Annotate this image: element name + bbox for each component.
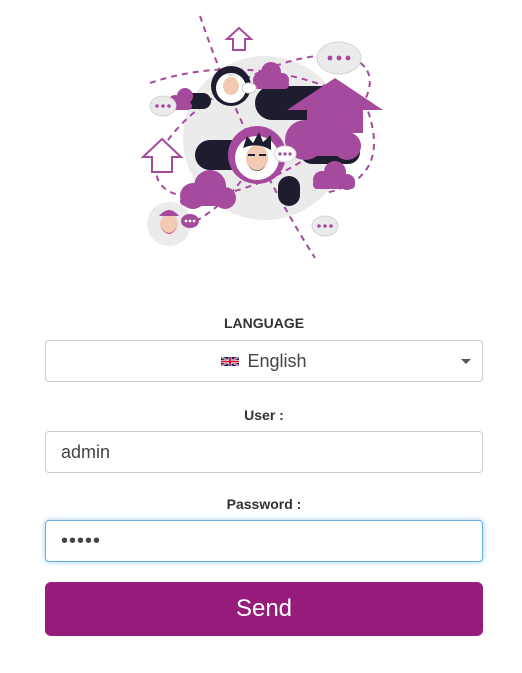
language-select[interactable]: English <box>45 340 483 382</box>
speech-bubble-icon <box>149 95 177 117</box>
send-button[interactable]: Send <box>45 582 483 636</box>
language-selected-text: English <box>247 350 307 371</box>
uk-flag-icon <box>221 355 240 367</box>
user-label: User : <box>244 407 284 423</box>
speech-bubble-icon <box>311 215 339 237</box>
user-input[interactable] <box>45 431 483 473</box>
dark-pill-shape <box>278 176 300 206</box>
speech-bubble-icon <box>316 41 362 75</box>
chat-network-illustration <box>140 15 383 259</box>
password-input[interactable] <box>45 520 483 562</box>
chevron-down-icon <box>461 359 471 364</box>
up-arrow-icon <box>140 137 184 173</box>
password-label: Password : <box>226 496 302 512</box>
language-label: LANGUAGE <box>223 315 305 331</box>
language-select-value: English <box>46 341 482 381</box>
up-arrow-icon <box>224 26 254 51</box>
